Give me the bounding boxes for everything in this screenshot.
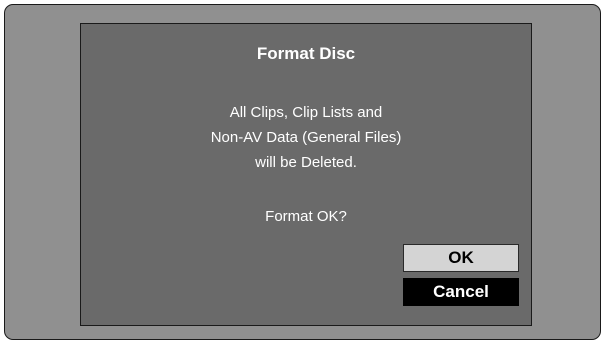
message-line-3: will be Deleted. [255, 154, 357, 171]
screen-frame: Format Disc All Clips, Clip Lists and No… [4, 4, 601, 340]
message-line-2: Non-AV Data (General Files) [210, 129, 402, 146]
message-line-1: All Clips, Clip Lists and [229, 104, 383, 121]
cancel-button[interactable]: Cancel [403, 278, 519, 306]
confirm-prompt: Format OK? [265, 208, 347, 225]
ok-button[interactable]: OK [403, 244, 519, 272]
dialog-title: Format Disc [256, 44, 356, 63]
format-disc-dialog: Format Disc All Clips, Clip Lists and No… [80, 23, 532, 326]
